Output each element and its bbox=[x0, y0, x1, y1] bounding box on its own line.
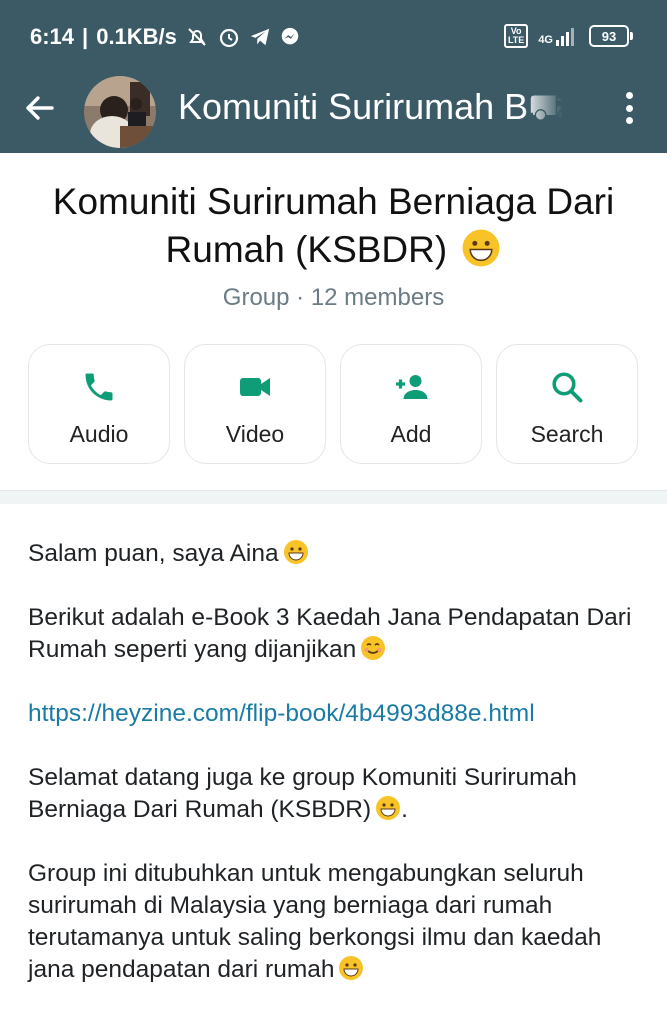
audio-label: Audio bbox=[69, 421, 129, 447]
grinning-face-icon bbox=[339, 956, 364, 980]
section-divider bbox=[0, 490, 667, 504]
title-fade bbox=[522, 82, 580, 130]
grinning-face-icon bbox=[463, 229, 500, 267]
ebook-link[interactable]: https://heyzine.com/flip-book/4b4993d88e… bbox=[28, 700, 535, 727]
messenger-icon bbox=[279, 26, 301, 48]
search-label: Search bbox=[530, 421, 604, 447]
group-name: Komuniti Surirumah Berniaga Dari Rumah (… bbox=[0, 178, 667, 274]
status-separator: | bbox=[82, 24, 89, 49]
search-icon bbox=[552, 372, 583, 403]
desc-paragraph: https://heyzine.com/flip-book/4b4993d88e… bbox=[28, 698, 648, 730]
battery-icon: 93 bbox=[589, 25, 633, 47]
add-person-icon bbox=[396, 375, 428, 399]
group-avatar[interactable] bbox=[84, 76, 156, 148]
status-bar: 6:14 | 0.1KB/s Vo LTE 4G 93 bbox=[0, 0, 667, 76]
status-net-speed: 0.1KB/s bbox=[96, 24, 177, 49]
group-name-line2: Rumah (KSBDR) bbox=[165, 229, 448, 270]
status-time: 6:14 bbox=[30, 24, 75, 49]
alarm-muted-icon bbox=[185, 25, 209, 49]
status-left: 6:14 | 0.1KB/s bbox=[30, 24, 301, 50]
group-description: Salam puan, saya Aina Berikut adalah e-B… bbox=[28, 538, 648, 1018]
search-button[interactable]: Search bbox=[496, 344, 638, 464]
volte-icon: Vo LTE bbox=[503, 24, 529, 48]
desc-paragraph: Berikut adalah e-Book 3 Kaedah Jana Pend… bbox=[28, 604, 632, 663]
group-subtitle: Group · 12 members bbox=[222, 284, 445, 311]
video-label: Video bbox=[225, 421, 285, 447]
app-bar: Komuniti Surirumah B⛟ bbox=[0, 76, 667, 153]
grinning-face-icon bbox=[376, 796, 401, 820]
status-right: Vo LTE 4G 93 bbox=[503, 24, 633, 48]
group-actions: Audio Video Add Search bbox=[28, 344, 640, 464]
back-arrow-icon[interactable] bbox=[22, 90, 58, 126]
alarm-clock-icon bbox=[217, 25, 241, 49]
more-options-icon[interactable] bbox=[614, 88, 644, 128]
desc-paragraph: Salam puan, saya Aina bbox=[28, 538, 648, 570]
smiling-face-icon bbox=[361, 636, 386, 660]
desc-paragraph: Selamat datang juga ke group Komuniti Su… bbox=[28, 764, 577, 823]
audio-call-button[interactable]: Audio bbox=[28, 344, 170, 464]
battery-level: 93 bbox=[589, 25, 629, 47]
network-type: 4G bbox=[538, 26, 579, 46]
group-name-line1: Komuniti Surirumah Berniaga Dari bbox=[52, 181, 615, 222]
desc-paragraph: Group ini ditubuhkan untuk mengabungkan … bbox=[28, 860, 602, 983]
add-label: Add bbox=[390, 421, 432, 447]
telegram-icon bbox=[249, 26, 271, 48]
grinning-face-icon bbox=[283, 540, 308, 564]
video-call-button[interactable]: Video bbox=[184, 344, 326, 464]
add-member-button[interactable]: Add bbox=[340, 344, 482, 464]
video-camera-icon bbox=[240, 378, 270, 396]
signal-icon bbox=[556, 28, 574, 46]
phone-icon bbox=[85, 373, 113, 401]
